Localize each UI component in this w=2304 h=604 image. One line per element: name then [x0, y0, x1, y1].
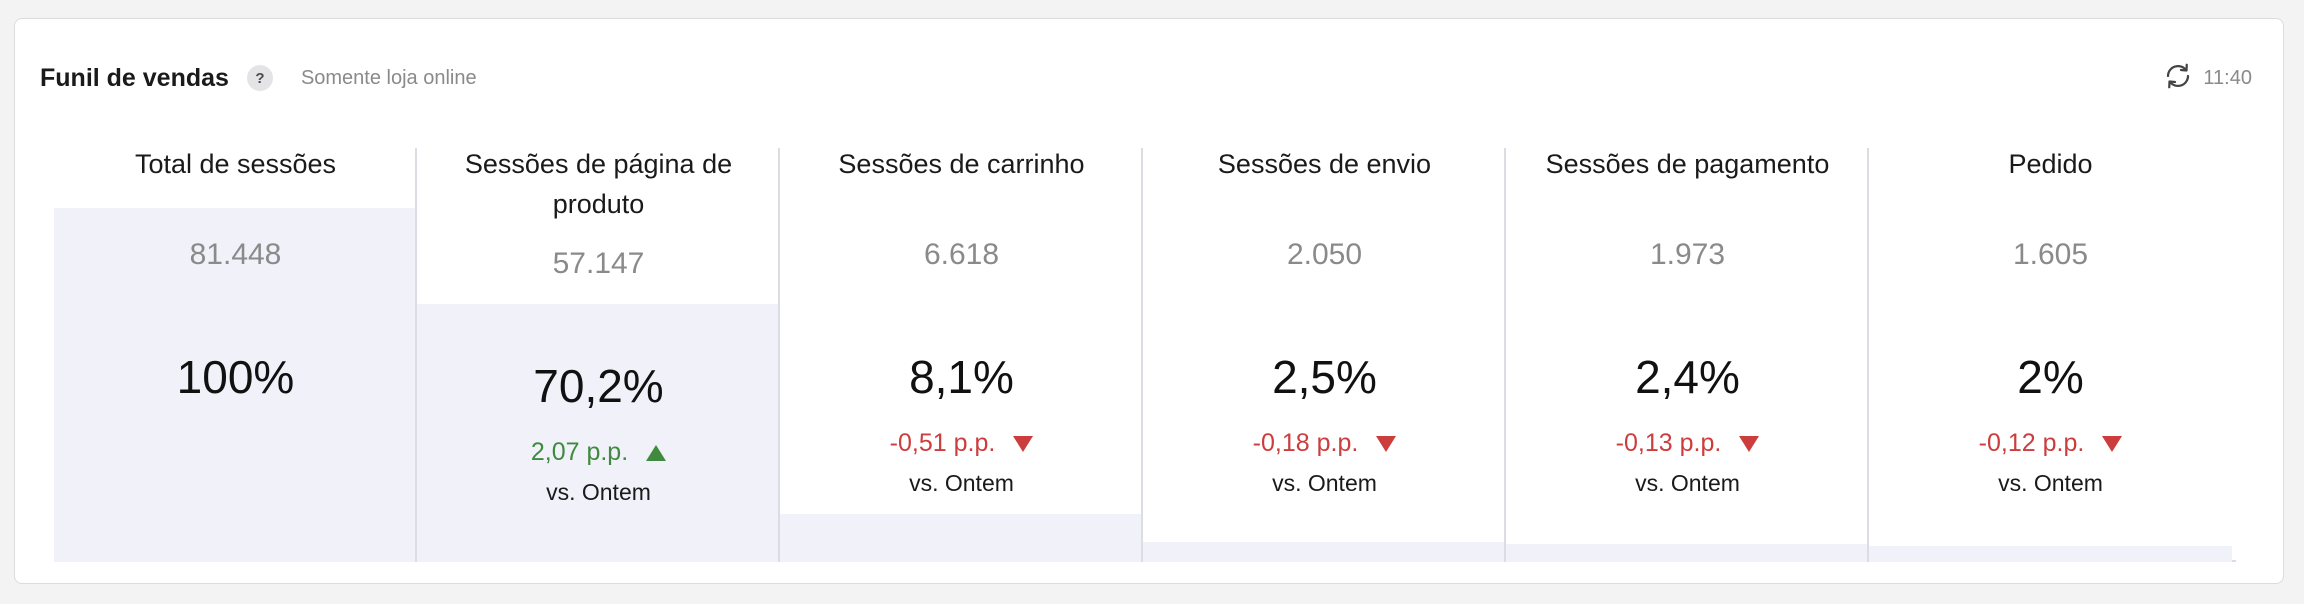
funnel-chart: Total de sessões 81.448 100% Sessões de pág… [54, 148, 2236, 562]
funnel-stage-delta: -0,51 p.p. [780, 429, 1143, 458]
funnel-stage-bar [417, 304, 780, 562]
funnel-stage-comparison: vs. Ontem [1998, 470, 2103, 496]
funnel-stage-percent: 2% [2017, 351, 2084, 403]
funnel-stage-comparison: vs. Ontem [909, 470, 1014, 496]
funnel-stage-bar [1869, 546, 2232, 562]
arrow-down-icon [2102, 435, 2123, 452]
funnel-stage-title: Sessões de carrinho [838, 149, 1085, 179]
funnel-stage-delta: -0,12 p.p. [1869, 429, 2232, 458]
arrow-up-icon [646, 444, 667, 461]
refresh-control[interactable]: 11:40 [2163, 60, 2252, 96]
funnel-stage: Pedido 1.605 2% -0,12 p.p. vs. Ontem [1869, 148, 2232, 562]
funnel-stage: Sessões de carrinho 6.618 8,1% -0,51 p.p. vs… [780, 148, 1143, 562]
funnel-stage: Sessões de página de produto 57.147 70,2% 2… [417, 148, 780, 562]
funnel-stage-percent: 2,4% [1635, 351, 1740, 403]
funnel-stage-count: 6.618 [923, 238, 1000, 271]
funnel-stage: Sessões de pagamento 1.973 2,4% -0,13 p.p. v… [1506, 148, 1869, 562]
last-updated-time: 11:40 [2203, 66, 2252, 89]
funnel-stage-percent: 8,1% [909, 351, 1014, 403]
arrow-down-icon [1739, 435, 1760, 452]
funnel-stage-title: Sessões de pagamento [1545, 149, 1830, 179]
funnel-stage-percent: 70,2% [533, 360, 664, 412]
funnel-stage-count: 2.050 [1286, 238, 1363, 271]
funnel-stage-comparison: vs. Ontem [546, 479, 651, 505]
delta-value: -0,12 p.p. [1978, 429, 2085, 457]
funnel-stage-delta: 2,07 p.p. [417, 438, 780, 467]
funnel-stage: Sessões de envio 2.050 2,5% -0,18 p.p. vs. O… [1143, 148, 1506, 562]
funnel-stage-delta: -0,13 p.p. [1506, 429, 1869, 458]
funnel-stage-count: 57.147 [552, 247, 645, 280]
arrow-down-icon [1013, 435, 1034, 452]
funnel-stage-title: Pedido [2008, 149, 2093, 179]
funnel-stage-title: Total de sessões [134, 149, 337, 179]
help-icon[interactable]: ? [246, 65, 273, 91]
refresh-icon[interactable] [2163, 61, 2193, 96]
funnel-stage-count: 1.605 [2012, 238, 2089, 271]
delta-value: 2,07 p.p. [530, 438, 629, 466]
card-title: Funil de vendas [40, 63, 229, 92]
funnel-stage-bar [1143, 542, 1506, 562]
funnel-stage-percent: 100% [176, 351, 295, 403]
funnel-stage-comparison: vs. Ontem [1635, 470, 1740, 496]
delta-value: -0,18 p.p. [1252, 429, 1359, 457]
card-header: Funil de vendas ? Somente loja online [40, 58, 477, 98]
delta-value: -0,13 p.p. [1615, 429, 1722, 457]
funnel-stage-title: Sessões de envio [1217, 149, 1432, 179]
delta-value: -0,51 p.p. [889, 429, 996, 457]
funnel-stage-comparison: vs. Ontem [1272, 470, 1377, 496]
arrow-down-icon [1376, 435, 1397, 452]
funnel-stage: Total de sessões 81.448 100% [54, 148, 417, 562]
funnel-stage-bar [1506, 544, 1869, 562]
funnel-stage-count: 81.448 [189, 238, 282, 271]
funnel-stage-count: 1.973 [1649, 238, 1726, 271]
funnel-stage-delta: -0,18 p.p. [1143, 429, 1506, 458]
funnel-stage-bar [780, 514, 1143, 562]
card-subtitle: Somente loja online [300, 66, 477, 89]
funnel-stage-title: Sessões de página de produto [464, 149, 733, 219]
funnel-stage-percent: 2,5% [1272, 351, 1377, 403]
